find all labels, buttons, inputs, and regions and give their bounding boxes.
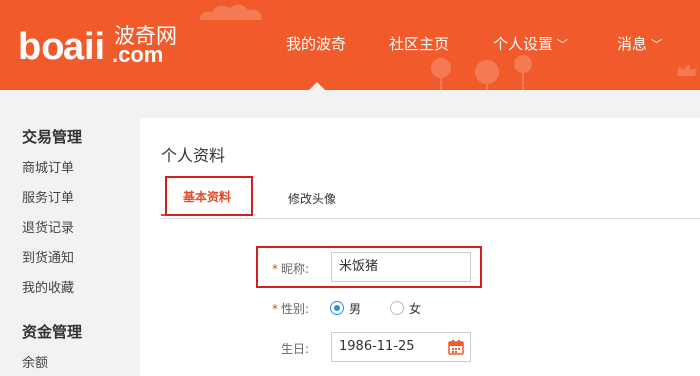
tabs-divider bbox=[161, 218, 700, 219]
tab-label: 基本资料 bbox=[182, 190, 231, 204]
nav-my-boqii[interactable]: 我的波奇 bbox=[286, 34, 346, 54]
sidebar-item-service-orders[interactable]: 服务订单 bbox=[22, 187, 74, 206]
required-marker: * bbox=[272, 262, 278, 276]
active-nav-pointer bbox=[309, 82, 325, 90]
logo-domain: .com bbox=[112, 42, 164, 67]
sidebar-heading-funds: 资金管理 bbox=[22, 323, 83, 341]
nickname-label: * 昵称: bbox=[272, 260, 309, 277]
sidebar: 交易管理 商城订单 服务订单 退货记录 到货通知 我的收藏 资金管理 余额 bbox=[0, 90, 140, 376]
gender-female-radio[interactable] bbox=[390, 301, 404, 315]
nav-label: 社区主页 bbox=[389, 35, 450, 53]
sidebar-item-favorites[interactable]: 我的收藏 bbox=[22, 277, 74, 296]
tab-change-avatar[interactable]: 修改头像 bbox=[288, 190, 336, 207]
nav-messages[interactable]: 消息 ﹀ bbox=[617, 34, 662, 55]
calendar-icon[interactable] bbox=[448, 339, 464, 355]
required-marker: * bbox=[272, 302, 278, 316]
sidebar-heading-trade: 交易管理 bbox=[22, 128, 83, 146]
gender-male-label[interactable]: 男 bbox=[349, 300, 361, 317]
nav-personal-settings[interactable]: 个人设置 ﹀ bbox=[493, 34, 568, 55]
cat-decoration bbox=[677, 64, 697, 76]
nav-community[interactable]: 社区主页 bbox=[389, 34, 449, 54]
chevron-down-icon: ﹀ bbox=[651, 38, 663, 51]
birthday-label: 生日: bbox=[281, 342, 310, 356]
sidebar-item-balance[interactable]: 余额 bbox=[22, 352, 48, 371]
logo-wordmark-a: a bbox=[63, 26, 85, 68]
gender-label: * 性别: bbox=[272, 300, 309, 317]
page-title: 个人资料 bbox=[161, 146, 226, 165]
sidebar-item-return-records[interactable]: 退货记录 bbox=[22, 217, 74, 236]
logo-wordmark-ii: ii bbox=[84, 26, 105, 68]
gender-male-radio[interactable] bbox=[330, 301, 344, 315]
top-header: bo a ii 波奇网 .com 我的波奇 社区主页 个人设置 ﹀ 消息 ﹀ bbox=[0, 0, 700, 90]
logo-wordmark-start: bo bbox=[18, 26, 64, 68]
site-logo[interactable]: bo a ii 波奇网 .com bbox=[18, 18, 188, 68]
nickname-input[interactable]: 米饭猪 bbox=[331, 252, 471, 282]
nav-label: 消息 bbox=[617, 35, 648, 53]
profile-panel: 个人资料 基本资料 修改头像 * 昵称: 米饭猪 * 性别: 男 女 生日: 198… bbox=[140, 118, 700, 376]
nav-label: 个人设置 bbox=[493, 35, 554, 53]
cloud-decoration bbox=[200, 4, 262, 20]
nav-label: 我的波奇 bbox=[286, 35, 347, 53]
nickname-label-text: 昵称: bbox=[281, 262, 310, 276]
gender-female-label[interactable]: 女 bbox=[409, 300, 421, 317]
tab-basic-info[interactable]: 基本资料 bbox=[161, 176, 253, 216]
sidebar-item-mall-orders[interactable]: 商城订单 bbox=[22, 157, 74, 176]
chevron-down-icon: ﹀ bbox=[557, 38, 569, 51]
sidebar-item-arrival-notice[interactable]: 到货通知 bbox=[22, 247, 74, 266]
birthday-value: 1986-11-25 bbox=[339, 339, 415, 354]
gender-label-text: 性别: bbox=[281, 302, 310, 316]
